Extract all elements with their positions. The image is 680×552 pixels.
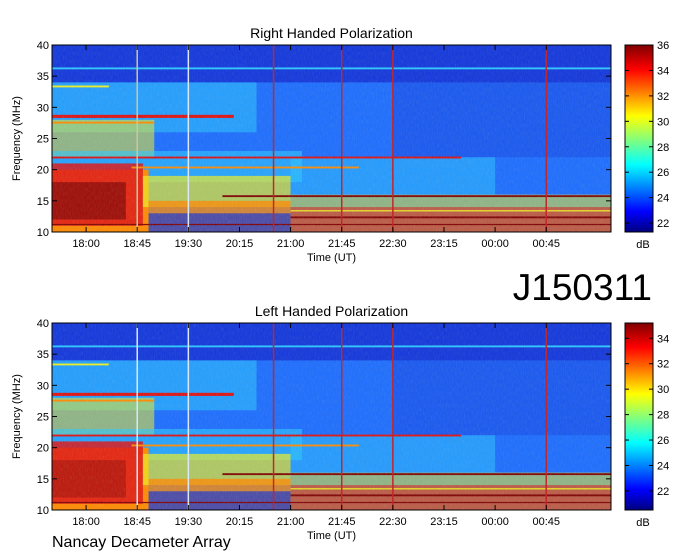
footer-label: Nancay Decameter Array xyxy=(52,534,231,551)
colorbar-tick-label: 34 xyxy=(657,65,669,77)
colorbar-tick-label: 26 xyxy=(657,167,669,179)
colorbar-tick-label: 30 xyxy=(657,116,669,128)
colorbar-tick-label: 32 xyxy=(657,91,669,103)
colorbar-tick-label: 22 xyxy=(657,218,669,230)
y-tick-label: 15 xyxy=(37,196,49,208)
y-tick-label: 20 xyxy=(37,443,49,455)
colorbar-unit-label: dB xyxy=(636,517,649,529)
x-tick-label: 00:00 xyxy=(481,516,509,528)
x-tick-label: 21:45 xyxy=(328,238,356,250)
x-tick-label: 19:30 xyxy=(175,238,203,250)
noise-texture xyxy=(52,323,611,510)
y-tick-label: 40 xyxy=(37,318,49,330)
y-tick-label: 40 xyxy=(37,40,49,52)
heatmap-area xyxy=(52,323,611,510)
x-axis-label: Time (UT) xyxy=(307,530,356,542)
heatmap-area xyxy=(52,45,611,232)
x-tick-label: 20:15 xyxy=(226,516,254,528)
x-axis-label: Time (UT) xyxy=(307,252,356,264)
x-tick-label: 21:45 xyxy=(328,516,356,528)
colorbar xyxy=(624,44,654,233)
colorbar-tick-label: 28 xyxy=(657,410,669,422)
y-tick-label: 10 xyxy=(37,227,49,239)
event-id-label: J150311 xyxy=(513,267,652,308)
chart-title: Left Handed Polarization xyxy=(255,303,408,319)
colorbar-tick-label: 22 xyxy=(657,486,669,498)
spectrogram-figure: Right Handed Polarization 10 15 20 25 30 35 40 1… xyxy=(11,25,669,551)
x-tick-label: 22:30 xyxy=(379,238,407,250)
y-tick-label: 30 xyxy=(37,102,49,114)
noise-texture xyxy=(52,45,611,232)
left-polarization-panel: Left Handed Polarization 10 15 20 25 30 35 40 18… xyxy=(11,303,669,542)
x-tick-label: 23:15 xyxy=(430,516,458,528)
y-tick-label: 35 xyxy=(37,71,49,83)
x-tick-label: 18:45 xyxy=(123,516,151,528)
colorbar-tick-label: 24 xyxy=(657,193,669,205)
right-polarization-panel: Right Handed Polarization 10 15 20 25 30 35 40 1… xyxy=(11,25,669,264)
y-tick-label: 35 xyxy=(37,349,49,361)
x-tick-label: 00:45 xyxy=(532,238,560,250)
x-tick-label: 20:15 xyxy=(226,238,254,250)
x-tick-label: 00:00 xyxy=(481,238,509,250)
x-tick-label: 23:15 xyxy=(430,238,458,250)
y-tick-label: 10 xyxy=(37,505,49,517)
colorbar xyxy=(624,322,654,511)
colorbar-tick-label: 24 xyxy=(657,460,669,472)
y-tick-label: 20 xyxy=(37,165,49,177)
x-tick-label: 21:00 xyxy=(277,516,305,528)
colorbar-tick-label: 30 xyxy=(657,384,669,396)
colorbar-tick-label: 32 xyxy=(657,359,669,371)
colorbar-tick-label: 26 xyxy=(657,435,669,447)
y-tick-label: 25 xyxy=(37,134,49,146)
x-tick-label: 00:45 xyxy=(532,516,560,528)
x-tick-label: 21:00 xyxy=(277,238,305,250)
x-tick-label: 19:30 xyxy=(175,516,203,528)
colorbar-unit-label: dB xyxy=(636,239,649,251)
colorbar-tick-label: 36 xyxy=(657,40,669,52)
x-tick-label: 22:30 xyxy=(379,516,407,528)
chart-title: Right Handed Polarization xyxy=(250,25,413,41)
colorbar-tick-label: 34 xyxy=(657,333,669,345)
x-tick-label: 18:45 xyxy=(123,238,151,250)
y-tick-label: 15 xyxy=(37,474,49,486)
y-axis-label: Frequency (MHz) xyxy=(11,96,23,181)
y-axis-label: Frequency (MHz) xyxy=(11,374,23,459)
y-tick-label: 25 xyxy=(37,412,49,424)
y-tick-label: 30 xyxy=(37,380,49,392)
x-tick-label: 18:00 xyxy=(72,516,100,528)
x-tick-label: 18:00 xyxy=(72,238,100,250)
colorbar-tick-label: 28 xyxy=(657,142,669,154)
